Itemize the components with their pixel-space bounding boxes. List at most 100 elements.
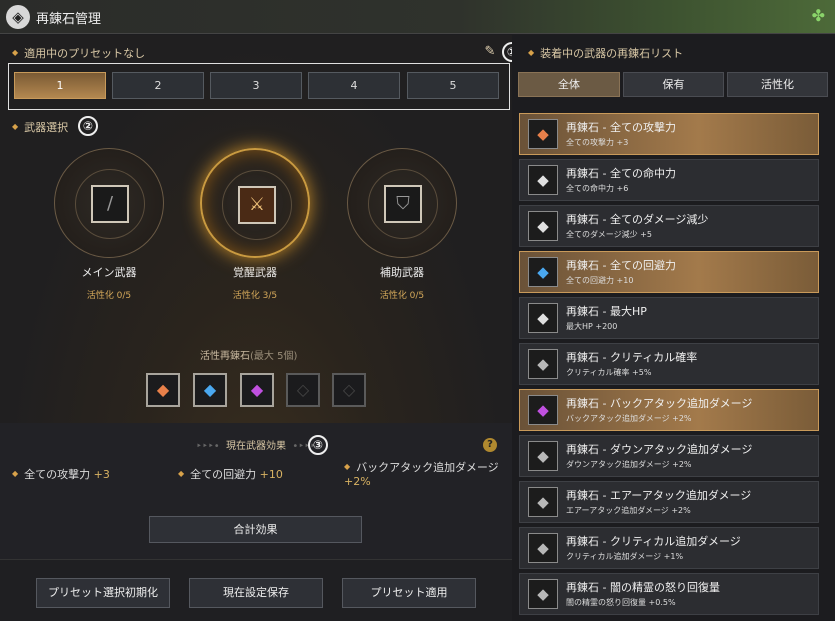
stone-name: 再錬石 - 全ての命中力 — [566, 167, 676, 180]
stone-name: 再錬石 - クリティカル確率 — [566, 351, 698, 364]
reset-preset-button[interactable]: プリセット選択初期化 — [36, 578, 170, 608]
diamond-icon: ◆ — [344, 462, 351, 471]
title-bar: ◈ 再錬石管理 ✤ — [0, 0, 835, 34]
stone-effect: バックアタック追加ダメージ +2% — [566, 414, 692, 423]
help-icon[interactable]: ? — [483, 438, 497, 452]
diamond-icon: ◆ — [178, 469, 185, 478]
stone-effect: 全てのダメージ減少 +5 — [566, 230, 652, 239]
sub-weapon-shield-icon: ⛉ — [384, 185, 422, 223]
stone-effect: 闇の精霊の怒り回復量 +0.5% — [566, 598, 676, 607]
awakening-weapon-icon: ⚔ — [238, 186, 276, 224]
empty-slot-icon[interactable]: ◇ — [332, 373, 366, 407]
apply-preset-button[interactable]: プリセット適用 — [342, 578, 476, 608]
preset-button-5[interactable]: 5 — [407, 72, 499, 99]
diamond-icon: ◆ — [12, 48, 19, 57]
weapon-status: 活性化 0/5 — [379, 291, 425, 301]
weapon-name: メイン武器 — [81, 266, 137, 279]
preset-button-4[interactable]: 4 — [308, 72, 400, 99]
preset-button-1[interactable]: 1 — [14, 72, 106, 99]
main-weapon-icon: / — [91, 185, 129, 223]
weapon-select-label: 武器選択 — [24, 121, 69, 134]
weapon-sub[interactable]: ⛉ 補助武器 活性化 0/5 — [347, 148, 457, 301]
active-slot-purple-stone-icon[interactable]: ◆ — [240, 373, 274, 407]
stone-name: 再錬石 - 闇の精霊の怒り回復量 — [566, 581, 720, 594]
callout-3: ③ — [308, 435, 328, 455]
stone-name: 再錬石 - 全てのダメージ減少 — [566, 213, 709, 226]
stone-list-item[interactable]: ◆ 再錬石 - 全ての命中力全ての命中力 +6 — [519, 159, 819, 201]
stone-list-item[interactable]: ◆ 再錬石 - ダウンアタック追加ダメージダウンアタック追加ダメージ +2% — [519, 435, 819, 477]
total-effect-button[interactable]: 合計効果 — [149, 516, 362, 543]
effect-item: ◆ 全ての回避力 +10 — [178, 468, 283, 481]
effect-item: ◆ バックアタック追加ダメージ +2% — [344, 461, 499, 488]
current-effects-title: ‣‣‣• 現在武器効果 •‣‣‣ — [196, 441, 316, 452]
silver-stone-icon: ◆ — [528, 487, 558, 517]
stone-effect: クリティカル追加ダメージ +1% — [566, 552, 684, 561]
stone-name: 再錬石 - クリティカル追加ダメージ — [566, 535, 741, 548]
weapon-ring-selected: ⚔ — [200, 148, 310, 258]
tab-all[interactable]: 全体 — [518, 72, 620, 97]
active-slot-orange-stone-icon[interactable]: ◆ — [146, 373, 180, 407]
silver-stone-icon: ◆ — [528, 579, 558, 609]
stone-effect: 全ての命中力 +6 — [566, 184, 629, 193]
stone-name: 再錬石 - 全ての攻撃力 — [566, 121, 676, 134]
preset-button-3[interactable]: 3 — [210, 72, 302, 99]
weapon-status: 活性化 3/5 — [232, 291, 278, 301]
stone-effect: クリティカル確率 +5% — [566, 368, 652, 377]
silver-stone-icon: ◆ — [528, 441, 558, 471]
empty-slot-icon[interactable]: ◇ — [286, 373, 320, 407]
app-logo-icon: ◈ — [6, 5, 30, 29]
silver-stone-icon: ◆ — [528, 349, 558, 379]
stone-effect: エアーアタック追加ダメージ +2% — [566, 506, 691, 515]
clover-icon[interactable]: ✤ — [812, 6, 825, 25]
stone-list-item[interactable]: ◆ 再錬石 - 闇の精霊の怒り回復量闇の精霊の怒り回復量 +0.5% — [519, 573, 819, 615]
weapon-status: 活性化 0/5 — [86, 291, 132, 301]
callout-2: ② — [78, 116, 98, 136]
weapon-ring: ⛉ — [347, 148, 457, 258]
stone-name: 再錬石 - バックアタック追加ダメージ — [566, 397, 753, 410]
effect-item: ◆ 全ての攻撃力 +3 — [12, 468, 110, 481]
stone-effect: 全ての回避力 +10 — [566, 276, 634, 285]
preset-status: ◆ 適用中のプリセットなし — [12, 45, 145, 61]
weapon-name: 補助武器 — [380, 266, 424, 279]
diamond-icon: ◆ — [12, 122, 19, 131]
stone-list-item[interactable]: ◆ 再錬石 - 全ての回避力全ての回避力 +10 — [519, 251, 819, 293]
stone-list-item[interactable]: ◆ 再錬石 - 最大HP 最大HP +200 — [519, 297, 819, 339]
stone-list-item[interactable]: ◆ 再錬石 - 全てのダメージ減少全てのダメージ減少 +5 — [519, 205, 819, 247]
diamond-icon: ◆ — [528, 48, 535, 57]
save-settings-button[interactable]: 現在設定保存 — [189, 578, 323, 608]
weapon-awakening[interactable]: ⚔ 覚醒武器 活性化 3/5 — [200, 148, 310, 301]
weapon-main[interactable]: / メイン武器 活性化 0/5 — [54, 148, 164, 301]
orange-stone-icon: ◆ — [528, 119, 558, 149]
edit-pencil-icon[interactable]: ✎ — [482, 44, 498, 60]
active-slot-blue-stone-icon[interactable]: ◆ — [193, 373, 227, 407]
white-stone-icon: ◆ — [528, 303, 558, 333]
stone-list-item[interactable]: ◆ 再錬石 - クリティカル追加ダメージクリティカル追加ダメージ +1% — [519, 527, 819, 569]
stone-list-item[interactable]: ◆ 再錬石 - クリティカル確率クリティカル確率 +5% — [519, 343, 819, 385]
weapon-select-heading: ◆ 武器選択 — [12, 119, 68, 135]
stone-name: 再錬石 - 全ての回避力 — [566, 259, 676, 272]
tab-activated[interactable]: 活性化 — [727, 72, 828, 97]
stone-name: 再錬石 - 最大HP — [566, 305, 647, 318]
stone-list-item[interactable]: ◆ 再錬石 - バックアタック追加ダメージバックアタック追加ダメージ +2% — [519, 389, 819, 431]
diamond-icon: ◆ — [12, 469, 19, 478]
stone-list-item[interactable]: ◆ 再錬石 - エアーアタック追加ダメージエアーアタック追加ダメージ +2% — [519, 481, 819, 523]
white-stone-icon: ◆ — [528, 211, 558, 241]
window-title: 再錬石管理 — [36, 12, 102, 27]
stone-name: 再錬石 - ダウンアタック追加ダメージ — [566, 443, 753, 456]
weapon-ring: / — [54, 148, 164, 258]
stone-effect: ダウンアタック追加ダメージ +2% — [566, 460, 692, 469]
stone-name: 再錬石 - エアーアタック追加ダメージ — [566, 489, 752, 502]
stone-effect: 最大HP +200 — [566, 322, 618, 331]
silver-stone-icon: ◆ — [528, 533, 558, 563]
purple-stone-icon: ◆ — [528, 395, 558, 425]
preset-status-label: 適用中のプリセットなし — [24, 47, 146, 60]
preset-button-2[interactable]: 2 — [112, 72, 204, 99]
active-stones-title: 活性再錬石(最大 5個) — [200, 351, 298, 362]
weapon-name: 覚醒武器 — [233, 266, 277, 279]
stone-list-heading: ◆ 装着中の武器の再錬石リスト — [528, 47, 684, 60]
white-stone-icon: ◆ — [528, 165, 558, 195]
stone-effect: 全ての攻撃力 +3 — [566, 138, 629, 147]
blue-stone-icon: ◆ — [528, 257, 558, 287]
tab-owned[interactable]: 保有 — [623, 72, 724, 97]
stone-list-item[interactable]: ◆ 再錬石 - 全ての攻撃力全ての攻撃力 +3 — [519, 113, 819, 155]
